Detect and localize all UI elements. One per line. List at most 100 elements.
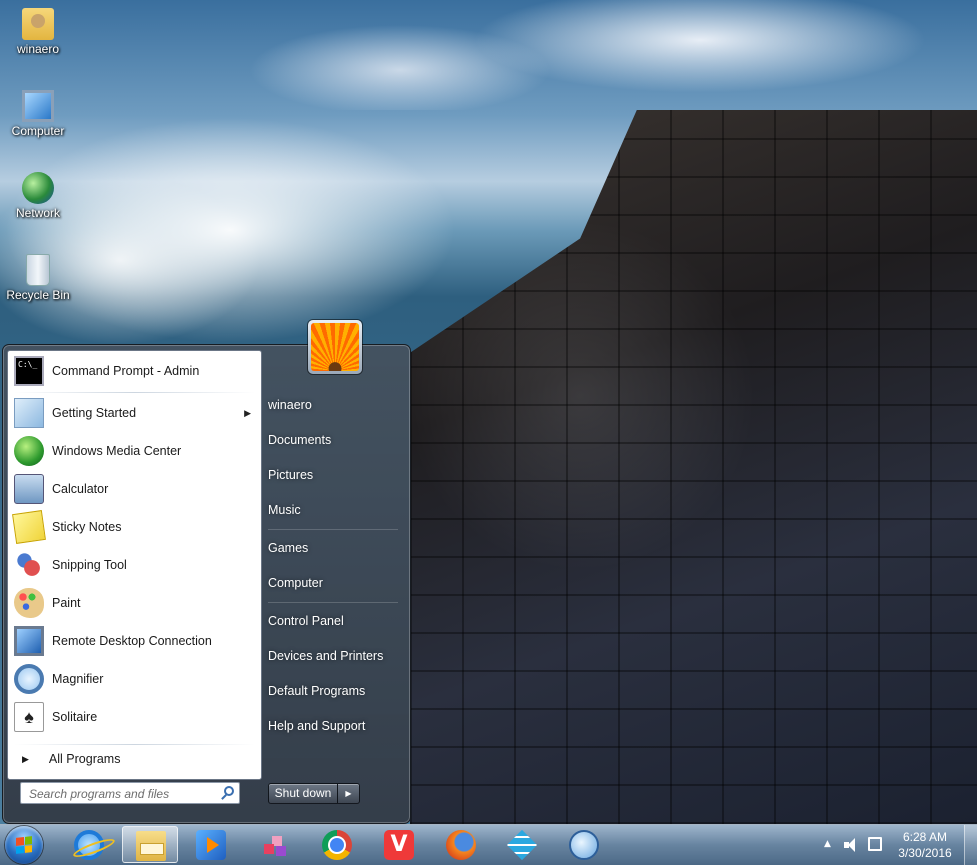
getting-started-icon: [14, 398, 44, 428]
taskbar-chrome[interactable]: [309, 826, 365, 863]
taskbar: V ▲ 6:28 AM 3/30/2016: [0, 824, 977, 865]
command-prompt-icon: C:\_: [14, 356, 44, 386]
sticky-notes-icon: [12, 510, 46, 544]
program-remote-desktop[interactable]: Remote Desktop Connection: [8, 622, 261, 660]
start-item-control-panel[interactable]: Control Panel: [268, 606, 398, 636]
wallpaper-rocks: [410, 110, 977, 824]
taskbar-internet-explorer[interactable]: [61, 826, 117, 863]
program-snipping-tool[interactable]: Snipping Tool: [8, 546, 261, 584]
taskbar-cubes-app[interactable]: [247, 826, 303, 863]
program-label: Getting Started: [52, 406, 137, 420]
program-magnifier[interactable]: Magnifier: [8, 660, 261, 698]
user-picture[interactable]: [308, 320, 362, 374]
desktop-icon-winaero[interactable]: winaero: [0, 4, 76, 56]
program-windows-media-center[interactable]: Windows Media Center: [8, 432, 261, 470]
start-item-help-support[interactable]: Help and Support: [268, 711, 398, 741]
program-label: Windows Media Center: [52, 444, 182, 458]
media-player-icon: [196, 830, 226, 860]
desktop-icon-label: Network: [15, 206, 60, 220]
program-label: Remote Desktop Connection: [52, 634, 212, 648]
all-programs-button[interactable]: ▶ All Programs: [8, 745, 261, 773]
shutdown-button[interactable]: Shut down: [268, 783, 338, 804]
taskbar-vivaldi[interactable]: V: [371, 826, 427, 863]
magnifier-icon: [14, 664, 44, 694]
start-item-default-programs[interactable]: Default Programs: [268, 676, 398, 706]
show-hidden-icons-chevron-icon[interactable]: ▲: [824, 839, 831, 849]
remote-desktop-icon: [14, 626, 44, 656]
desktop-icon-computer[interactable]: Computer: [0, 86, 76, 138]
computer-icon: [22, 90, 54, 122]
desktop-icon-recycle-bin[interactable]: Recycle Bin: [0, 250, 76, 302]
taskbar-firefox[interactable]: [433, 826, 489, 863]
program-label: Snipping Tool: [52, 558, 127, 572]
program-getting-started[interactable]: Getting Started ▶: [8, 394, 261, 432]
divider: [268, 602, 398, 603]
clock[interactable]: 6:28 AM 3/30/2016: [892, 829, 958, 861]
program-sticky-notes[interactable]: Sticky Notes: [8, 508, 261, 546]
desktop-icon-network[interactable]: Network: [0, 168, 76, 220]
start-item-music[interactable]: Music: [268, 495, 398, 525]
recycle-bin-icon: [26, 254, 50, 286]
program-label: Command Prompt - Admin: [52, 364, 200, 378]
search-icon[interactable]: [224, 786, 234, 796]
start-item-pictures[interactable]: Pictures: [268, 460, 398, 490]
search-input[interactable]: [27, 784, 221, 804]
volume-icon[interactable]: [844, 838, 858, 852]
vivaldi-icon: V: [384, 830, 414, 860]
firefox-icon: [446, 830, 476, 860]
chevron-right-icon: ▶: [22, 753, 29, 764]
submenu-arrow-icon[interactable]: ▶: [244, 408, 251, 419]
taskbar-file-explorer[interactable]: [122, 826, 178, 863]
user-folder-icon: [22, 8, 54, 40]
start-menu-programs-pane: C:\_ Command Prompt - Admin Getting Star…: [7, 350, 262, 780]
chevron-right-icon: ▶: [345, 789, 352, 798]
program-label: Calculator: [52, 482, 109, 496]
clock-time: 6:28 AM: [902, 830, 948, 844]
start-item-computer[interactable]: Computer: [268, 568, 398, 598]
program-calculator[interactable]: Calculator: [8, 470, 261, 508]
media-center-icon: [14, 436, 44, 466]
program-paint[interactable]: Paint: [8, 584, 261, 622]
network-status-icon[interactable]: [868, 837, 882, 851]
grid-app-icon: [507, 830, 537, 860]
paint-icon: [14, 588, 44, 618]
pinned-item-command-prompt[interactable]: C:\_ Command Prompt - Admin: [8, 351, 261, 391]
start-item-documents[interactable]: Documents: [268, 425, 398, 455]
cubes-app-icon: [260, 830, 290, 860]
taskbar-search-app[interactable]: [556, 826, 612, 863]
user-avatar-flower-icon: [311, 323, 359, 371]
file-explorer-icon: [136, 831, 166, 861]
program-label: Solitaire: [52, 710, 98, 724]
desktop-icon-label: Computer: [11, 124, 65, 138]
search-app-icon: [569, 830, 599, 860]
show-desktop-button[interactable]: [964, 825, 977, 865]
calculator-icon: [14, 474, 44, 504]
wallpaper-clouds: [250, 0, 977, 110]
program-label: Paint: [52, 596, 81, 610]
start-item-games[interactable]: Games: [268, 533, 398, 563]
program-label: Magnifier: [52, 672, 104, 686]
program-solitaire[interactable]: ♠ Solitaire: [8, 698, 261, 736]
desktop-icon-label: Recycle Bin: [6, 288, 70, 302]
taskbar-grid-app[interactable]: [494, 826, 550, 863]
solitaire-icon: ♠: [14, 702, 44, 732]
desktop-icon-label: winaero: [16, 42, 60, 56]
taskbar-media-player[interactable]: [183, 826, 239, 863]
network-icon: [22, 172, 54, 204]
internet-explorer-icon: [74, 830, 104, 860]
start-item-devices-printers[interactable]: Devices and Printers: [268, 641, 398, 671]
chrome-icon: [322, 830, 352, 860]
start-button[interactable]: [5, 826, 43, 864]
program-label: Sticky Notes: [52, 520, 122, 534]
divider: [14, 392, 255, 393]
system-tray: ▲ 6:28 AM 3/30/2016: [820, 825, 977, 865]
clock-date: 3/30/2016: [898, 846, 952, 860]
search-box[interactable]: [20, 782, 240, 804]
all-programs-label: All Programs: [48, 752, 121, 766]
divider: [268, 529, 398, 530]
snipping-tool-icon: [14, 550, 44, 580]
windows-logo-icon: [16, 836, 32, 854]
start-item-user-folder[interactable]: winaero: [268, 390, 398, 420]
start-menu: C:\_ Command Prompt - Admin Getting Star…: [2, 320, 411, 824]
shutdown-options-button[interactable]: ▶: [338, 783, 360, 804]
